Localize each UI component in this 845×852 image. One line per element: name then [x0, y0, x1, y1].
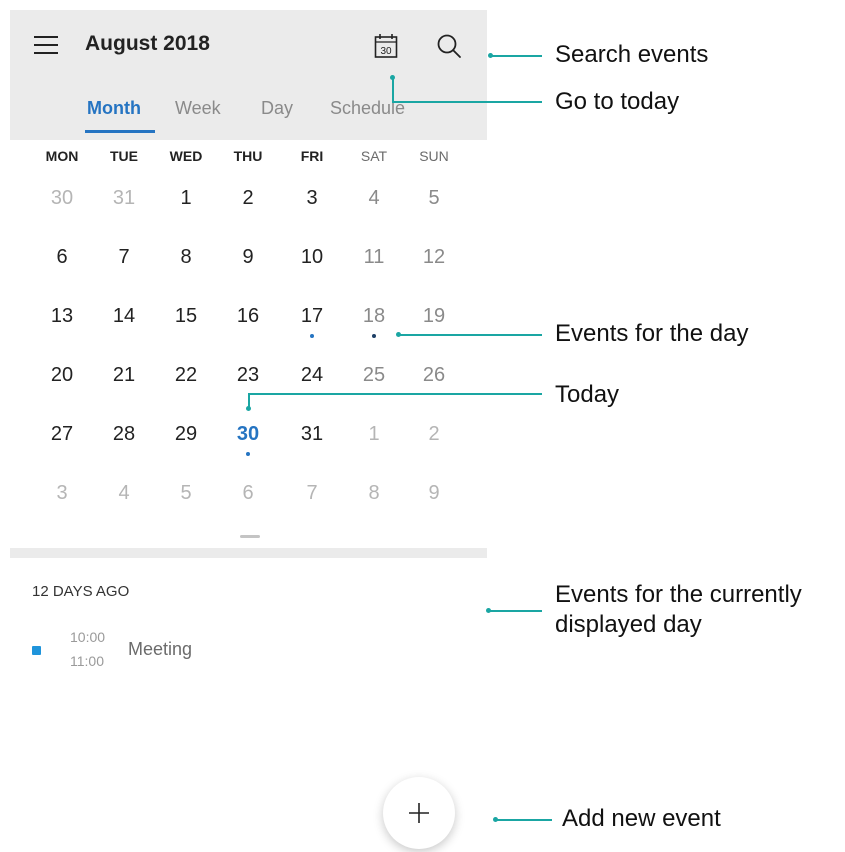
- day-cell[interactable]: 6: [218, 471, 278, 515]
- tab-day[interactable]: Day: [261, 98, 293, 119]
- active-tab-indicator: [85, 130, 155, 133]
- day-cell[interactable]: 18: [344, 288, 405, 342]
- event-item[interactable]: 10:00 11:00 Meeting: [30, 627, 470, 673]
- day-cell[interactable]: 7: [282, 471, 342, 515]
- today-icon-day: 30: [380, 46, 392, 57]
- day-cell[interactable]: 2: [218, 176, 278, 220]
- day-cell[interactable]: 8: [344, 471, 404, 515]
- day-cell[interactable]: 25: [344, 353, 404, 397]
- callout-current-day-line2: displayed day: [555, 611, 702, 638]
- weekday-label: MON: [45, 148, 79, 164]
- day-cell[interactable]: 4: [344, 176, 404, 220]
- calendar-today-icon: 30: [374, 34, 398, 58]
- weekday-label: THU: [233, 148, 263, 164]
- day-cell[interactable]: 5: [404, 176, 464, 220]
- day-cell[interactable]: 3: [282, 176, 342, 220]
- day-cell[interactable]: 3: [32, 471, 92, 515]
- callout-search-events: Search events: [555, 41, 709, 68]
- callout-line: [248, 393, 542, 395]
- plus-icon: [409, 803, 429, 823]
- toolbar: August 2018 30 Month Week Day Schedule: [10, 10, 487, 140]
- go-to-today-button[interactable]: 30: [374, 33, 398, 59]
- day-cell[interactable]: 30: [32, 176, 92, 220]
- callout-events-for-day: Events for the day: [555, 320, 749, 347]
- day-cell[interactable]: 2: [404, 412, 464, 456]
- day-cell[interactable]: 28: [94, 412, 154, 456]
- weekday-label: SAT: [360, 148, 388, 164]
- day-cell[interactable]: 8: [156, 235, 216, 279]
- day-cell[interactable]: 7: [94, 235, 154, 279]
- day-cell[interactable]: 10: [282, 235, 342, 279]
- callout-line: [392, 101, 542, 103]
- day-cell[interactable]: 6: [32, 235, 92, 279]
- day-cell[interactable]: 9: [404, 471, 464, 515]
- day-cell[interactable]: 13: [32, 294, 92, 338]
- search-icon: [437, 34, 461, 58]
- day-cell[interactable]: 9: [218, 235, 278, 279]
- callout-current-day-events: Events for the currently displayed day: [555, 580, 802, 640]
- day-cell[interactable]: 1: [344, 412, 404, 456]
- day-cell[interactable]: 5: [156, 471, 216, 515]
- day-cell[interactable]: 14: [94, 294, 154, 338]
- day-cell[interactable]: 31: [282, 412, 342, 456]
- day-cell[interactable]: 15: [156, 294, 216, 338]
- callout-line: [497, 819, 552, 821]
- month-title: August 2018: [85, 32, 210, 55]
- day-cell[interactable]: 17: [282, 294, 342, 338]
- calendar-app: August 2018 30 Month Week Day Schedule M…: [10, 0, 487, 852]
- day-cell[interactable]: 4: [94, 471, 154, 515]
- day-cell[interactable]: 31: [94, 176, 154, 220]
- day-cell[interactable]: 1: [156, 176, 216, 220]
- drag-handle[interactable]: [240, 535, 260, 538]
- search-button[interactable]: [436, 33, 462, 59]
- callout-line: [248, 393, 250, 407]
- event-indicator-dot: [246, 452, 250, 456]
- day-cell[interactable]: 23: [218, 353, 278, 397]
- weekday-label: FRI: [300, 148, 324, 164]
- event-title: Meeting: [128, 639, 193, 659]
- day-cell[interactable]: 12: [404, 235, 464, 279]
- callout-line: [490, 610, 542, 612]
- callout-current-day-line1: Events for the currently: [555, 581, 802, 608]
- callout-line: [492, 55, 542, 57]
- day-cell[interactable]: 29: [156, 412, 216, 456]
- events-section-header: 12 DAYS AGO: [32, 583, 130, 600]
- event-start-time: 10:00: [70, 629, 106, 645]
- view-tabs: Month Week Day Schedule: [10, 98, 487, 134]
- weekday-header: MON TUE WED THU FRI SAT SUN: [10, 148, 487, 168]
- day-cell[interactable]: 19: [404, 294, 464, 338]
- day-cell[interactable]: 16: [218, 294, 278, 338]
- callout-today: Today: [555, 381, 620, 408]
- weekday-label: WED: [169, 148, 203, 164]
- event-color-marker: [32, 646, 41, 655]
- menu-icon[interactable]: [34, 36, 58, 56]
- day-cell[interactable]: 11: [344, 235, 404, 279]
- event-indicator-dot: [310, 334, 314, 338]
- weekday-label: TUE: [110, 148, 138, 164]
- day-cell[interactable]: 26: [404, 353, 464, 397]
- event-end-time: 11:00: [70, 653, 104, 669]
- day-cell[interactable]: 24: [282, 353, 342, 397]
- day-cell[interactable]: 21: [94, 353, 154, 397]
- tab-week[interactable]: Week: [175, 98, 221, 119]
- event-indicator-dot: [372, 334, 376, 338]
- callout-add-new-event: Add new event: [562, 805, 721, 832]
- tab-month[interactable]: Month: [87, 98, 141, 119]
- callout-line: [392, 77, 394, 102]
- add-event-button[interactable]: [383, 777, 455, 849]
- callout-go-to-today: Go to today: [555, 88, 680, 115]
- day-cell[interactable]: 22: [156, 353, 216, 397]
- day-cell[interactable]: 20: [32, 353, 92, 397]
- section-divider: [10, 548, 487, 558]
- day-cell[interactable]: 30: [218, 412, 278, 456]
- weekday-label: SUN: [419, 148, 449, 164]
- callout-line: [399, 334, 542, 336]
- day-cell[interactable]: 27: [32, 412, 92, 456]
